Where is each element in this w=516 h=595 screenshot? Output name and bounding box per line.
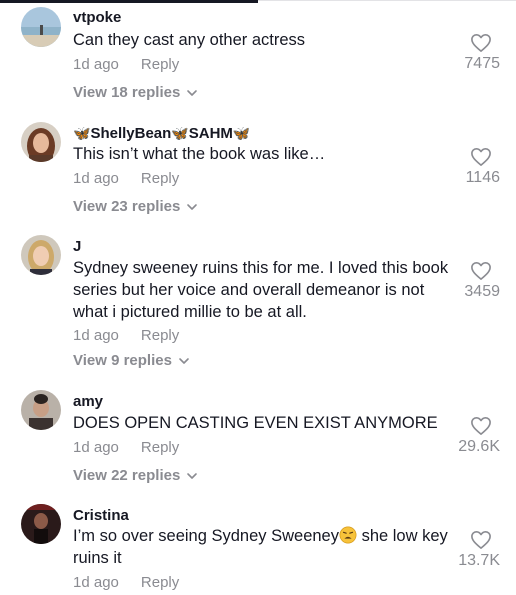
username[interactable]: 🦋ShellyBean🦋SAHM🦋 [73, 124, 250, 143]
username[interactable]: J [73, 238, 81, 256]
view-replies-label: View 9 replies [73, 352, 172, 369]
avatar[interactable] [21, 122, 61, 162]
view-replies-label: View 18 replies [73, 84, 181, 101]
heart-icon [471, 34, 491, 52]
comment-text: I’m so over seeing Sydney Sweeney she lo… [73, 525, 458, 569]
timestamp: 1d ago [73, 439, 119, 456]
comment-text: This isn’t what the book was like… [73, 145, 326, 163]
comment-meta: 1d ago Reply [73, 439, 179, 457]
reply-button[interactable]: Reply [141, 439, 179, 456]
like-count: 3459 [464, 283, 500, 300]
reply-button[interactable]: Reply [141, 170, 179, 187]
heart-icon [471, 262, 491, 280]
heart-icon [471, 148, 491, 166]
comment-meta: 1d ago Reply [73, 327, 179, 345]
avatar[interactable] [21, 504, 61, 544]
username-part: SAHM [188, 125, 233, 142]
timestamp: 1d ago [73, 574, 119, 591]
view-replies-button[interactable]: View 23 replies [73, 198, 198, 216]
view-replies-button[interactable]: View 9 replies [73, 352, 190, 370]
timestamp: 1d ago [73, 327, 119, 344]
avatar[interactable] [21, 235, 61, 275]
reply-button[interactable]: Reply [141, 56, 179, 73]
username[interactable]: amy [73, 393, 103, 411]
like-count: 7475 [464, 55, 500, 72]
view-replies-label: View 22 replies [73, 467, 181, 484]
comment-text: Sydney sweeney ruins this for me. I love… [73, 259, 449, 321]
comment-meta: 1d ago Reply [73, 56, 179, 74]
butterfly-emoji-icon: 🦋 [73, 125, 91, 141]
username[interactable]: Cristina [73, 507, 129, 525]
tired-face-emoji-icon [339, 526, 357, 544]
butterfly-emoji-icon: 🦋 [232, 125, 251, 141]
comment-text: Can they cast any other actress [73, 31, 306, 49]
username-part: ShellyBean [90, 125, 172, 142]
timestamp: 1d ago [73, 170, 119, 187]
chevron-down-icon [187, 473, 198, 479]
chevron-down-icon [187, 204, 198, 210]
username[interactable]: vtpoke [73, 9, 121, 27]
comment-text-part: I’m so over seeing Sydney Sweeney [73, 527, 339, 545]
like-count: 29.6K [458, 438, 500, 455]
comment-meta: 1d ago Reply [73, 170, 179, 188]
reply-button[interactable]: Reply [141, 327, 179, 344]
view-replies-button[interactable]: View 22 replies [73, 467, 198, 485]
view-replies-button[interactable]: View 18 replies [73, 84, 198, 102]
comment-meta: 1d ago Reply [73, 574, 179, 592]
chevron-down-icon [187, 90, 198, 96]
timestamp: 1d ago [73, 56, 119, 73]
heart-icon [471, 417, 491, 435]
chevron-down-icon [179, 358, 189, 364]
avatar[interactable] [21, 390, 61, 430]
comment-text: DOES OPEN CASTING EVEN EXIST ANYMORE [73, 414, 438, 432]
view-replies-label: View 23 replies [73, 198, 181, 215]
like-count: 13.7K [458, 552, 500, 569]
reply-button[interactable]: Reply [141, 574, 179, 591]
like-count: 1146 [465, 169, 500, 186]
heart-icon [471, 531, 491, 549]
active-tab-indicator [0, 0, 258, 3]
butterfly-emoji-icon: 🦋 [171, 125, 189, 141]
avatar[interactable] [21, 7, 61, 47]
